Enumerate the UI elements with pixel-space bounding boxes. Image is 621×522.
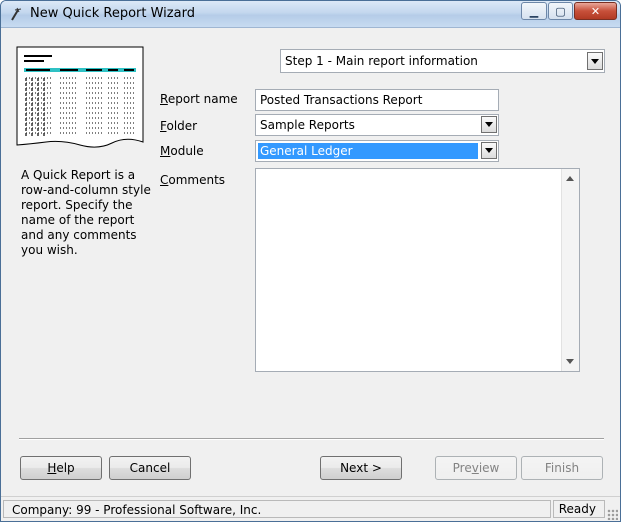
wizard-client-area: A Quick Report is a row-and-column style…: [1, 1, 620, 494]
cancel-button[interactable]: Cancel: [109, 456, 191, 480]
module-dropdown-button[interactable]: [481, 142, 497, 159]
chevron-down-icon: [485, 122, 493, 127]
folder-label: Folder: [160, 119, 198, 133]
scroll-down-icon[interactable]: [566, 359, 574, 364]
report-name-label: Report name: [160, 92, 238, 106]
step-dropdown-button[interactable]: [587, 52, 603, 70]
status-bar: Company: 99 - Professional Software, Inc…: [1, 496, 620, 521]
chevron-down-icon: [591, 58, 599, 64]
report-document-icon: [16, 46, 144, 148]
resize-grip-icon[interactable]: [607, 509, 618, 520]
report-name-value: Posted Transactions Report: [260, 93, 423, 107]
finish-button[interactable]: Finish: [521, 456, 603, 480]
preview-button[interactable]: Preview: [435, 456, 517, 480]
folder-dropdown-button[interactable]: [481, 116, 497, 133]
help-button[interactable]: Help: [20, 456, 102, 480]
comments-scrollbar[interactable]: [561, 169, 579, 371]
chevron-down-icon: [485, 148, 493, 153]
next-button[interactable]: Next >: [320, 456, 402, 480]
scroll-up-icon[interactable]: [566, 176, 574, 181]
module-label: Module: [160, 144, 204, 158]
wizard-window: New Quick Report Wizard ▁ ▢ ✕ A Quick Re…: [0, 0, 621, 522]
wizard-description: A Quick Report is a row-and-column style…: [21, 168, 151, 257]
status-state: Ready: [553, 500, 605, 518]
step-select[interactable]: Step 1 - Main report information: [280, 49, 605, 73]
folder-select[interactable]: Sample Reports: [255, 114, 499, 136]
report-name-input[interactable]: Posted Transactions Report: [255, 89, 499, 111]
folder-select-value: Sample Reports: [260, 118, 355, 132]
step-select-value: Step 1 - Main report information: [285, 54, 478, 68]
button-separator: [19, 438, 604, 440]
status-company: Company: 99 - Professional Software, Inc…: [12, 503, 262, 517]
comments-label: Comments: [160, 173, 226, 187]
module-select-value: General Ledger: [258, 143, 478, 159]
status-company-panel: Company: 99 - Professional Software, Inc…: [3, 500, 551, 518]
module-select[interactable]: General Ledger: [255, 140, 499, 162]
comments-textarea[interactable]: [255, 168, 580, 372]
